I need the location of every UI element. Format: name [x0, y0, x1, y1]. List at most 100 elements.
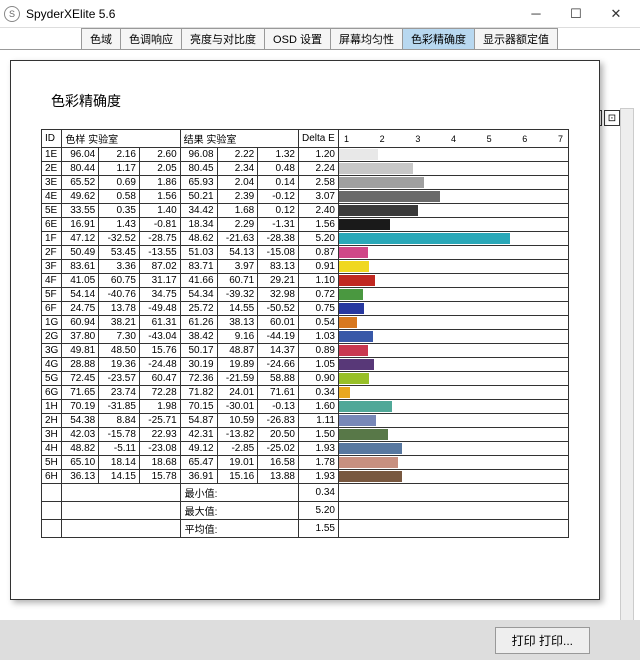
cell-r3: 20.50	[258, 428, 299, 442]
cell-r1: 54.34	[180, 288, 217, 302]
cell-bar	[339, 344, 569, 358]
cell-r2: 2.04	[217, 176, 258, 190]
cell-r1: 70.15	[180, 400, 217, 414]
table-row: 1F47.12-32.52-28.7548.62-21.63-28.385.20	[42, 232, 569, 246]
cell-id: 3F	[42, 260, 62, 274]
cell-r2: -39.32	[217, 288, 258, 302]
cell-r3: -25.02	[258, 442, 299, 456]
cell-s2: -23.57	[99, 372, 140, 386]
cell-s1: 37.80	[62, 330, 99, 344]
cell-r1: 34.42	[180, 204, 217, 218]
axis-tick: 4	[451, 134, 456, 144]
cell-bar	[339, 176, 569, 190]
cell-delta: 0.89	[299, 344, 339, 358]
tab-4[interactable]: 屏幕均匀性	[330, 28, 403, 49]
table-row: 1G60.9438.2161.3161.2638.1360.010.54	[42, 316, 569, 330]
cell-id: 2F	[42, 246, 62, 260]
cell-r2: 2.34	[217, 162, 258, 176]
cell-r2: 3.97	[217, 260, 258, 274]
cell-r2: -13.82	[217, 428, 258, 442]
cell-s3: 1.86	[139, 176, 180, 190]
cell-id: 3H	[42, 428, 62, 442]
cell-delta: 0.75	[299, 302, 339, 316]
summary-row: 最小值:0.34	[42, 484, 569, 502]
cell-id: 2G	[42, 330, 62, 344]
cell-s2: 0.35	[99, 204, 140, 218]
cell-r3: -0.13	[258, 400, 299, 414]
page-area: ⊕ ⊖ ⊡ 色彩精确度 ID 色样 实验室 结果 实验室 Delta E 123…	[0, 50, 640, 610]
cell-id: 4F	[42, 274, 62, 288]
cell-delta: 1.93	[299, 470, 339, 484]
delta-bar	[339, 429, 388, 440]
cell-s3: 15.78	[139, 470, 180, 484]
cell-bar	[339, 246, 569, 260]
delta-bar	[339, 373, 369, 384]
cell-r2: -2.85	[217, 442, 258, 456]
cell-delta: 0.34	[299, 386, 339, 400]
tab-0[interactable]: 色域	[81, 28, 121, 49]
cell-delta: 1.56	[299, 218, 339, 232]
cell-bar	[339, 386, 569, 400]
cell-r3: -0.12	[258, 190, 299, 204]
header-result: 结果 实验室	[180, 130, 298, 148]
cell-s1: 71.65	[62, 386, 99, 400]
tab-5[interactable]: 色彩精确度	[402, 28, 475, 49]
cell-id: 6F	[42, 302, 62, 316]
cell-s3: 22.93	[139, 428, 180, 442]
tab-2[interactable]: 亮度与对比度	[181, 28, 265, 49]
tab-6[interactable]: 显示器额定值	[474, 28, 558, 49]
cell-s2: 8.84	[99, 414, 140, 428]
cell-s2: -40.76	[99, 288, 140, 302]
cell-delta: 3.07	[299, 190, 339, 204]
cell-s3: -49.48	[139, 302, 180, 316]
cell-r2: 54.13	[217, 246, 258, 260]
cell-delta: 1.60	[299, 400, 339, 414]
axis-tick: 1	[344, 134, 349, 144]
cell-delta: 1.78	[299, 456, 339, 470]
axis-tick: 5	[487, 134, 492, 144]
table-row: 2H54.388.84-25.7154.8710.59-26.831.11	[42, 414, 569, 428]
cell-bar	[339, 232, 569, 246]
cell-r2: -21.63	[217, 232, 258, 246]
cell-id: 1G	[42, 316, 62, 330]
cell-r3: -15.08	[258, 246, 299, 260]
cell-s1: 65.10	[62, 456, 99, 470]
tab-1[interactable]: 色调响应	[120, 28, 182, 49]
page-title: 色彩精确度	[51, 91, 569, 111]
cell-r3: -50.52	[258, 302, 299, 316]
cell-s2: 13.78	[99, 302, 140, 316]
report-page: 色彩精确度 ID 色样 实验室 结果 实验室 Delta E 1234567 1…	[10, 60, 600, 600]
table-row: 6H36.1314.1515.7836.9115.1613.881.93	[42, 470, 569, 484]
zoom-fit-icon[interactable]: ⊡	[604, 110, 620, 126]
cell-s3: 60.47	[139, 372, 180, 386]
table-row: 6G71.6523.7472.2871.8224.0171.610.34	[42, 386, 569, 400]
cell-id: 6H	[42, 470, 62, 484]
cell-bar	[339, 260, 569, 274]
maximize-button[interactable]: ☐	[556, 0, 596, 28]
cell-r2: 1.68	[217, 204, 258, 218]
cell-s3: -13.55	[139, 246, 180, 260]
cell-s1: 48.82	[62, 442, 99, 456]
footer-bar: 打印 打印...	[0, 620, 640, 660]
cell-s2: 0.69	[99, 176, 140, 190]
cell-s1: 42.03	[62, 428, 99, 442]
vertical-scrollbar[interactable]	[620, 108, 634, 653]
table-row: 3E65.520.691.8665.932.040.142.58	[42, 176, 569, 190]
print-button[interactable]: 打印 打印...	[495, 627, 590, 654]
cell-r3: -1.31	[258, 218, 299, 232]
cell-id: 6E	[42, 218, 62, 232]
cell-bar	[339, 316, 569, 330]
cell-r2: 15.16	[217, 470, 258, 484]
delta-bar	[339, 415, 376, 426]
cell-r1: 54.87	[180, 414, 217, 428]
summary-label: 最大值:	[180, 502, 298, 520]
delta-bar	[339, 275, 375, 286]
cell-s1: 47.12	[62, 232, 99, 246]
close-button[interactable]: ✕	[596, 0, 636, 28]
header-delta: Delta E	[299, 130, 339, 148]
cell-s2: 7.30	[99, 330, 140, 344]
tab-3[interactable]: OSD 设置	[264, 28, 331, 49]
minimize-button[interactable]: ─	[516, 0, 556, 28]
cell-r1: 83.71	[180, 260, 217, 274]
cell-r2: 14.55	[217, 302, 258, 316]
